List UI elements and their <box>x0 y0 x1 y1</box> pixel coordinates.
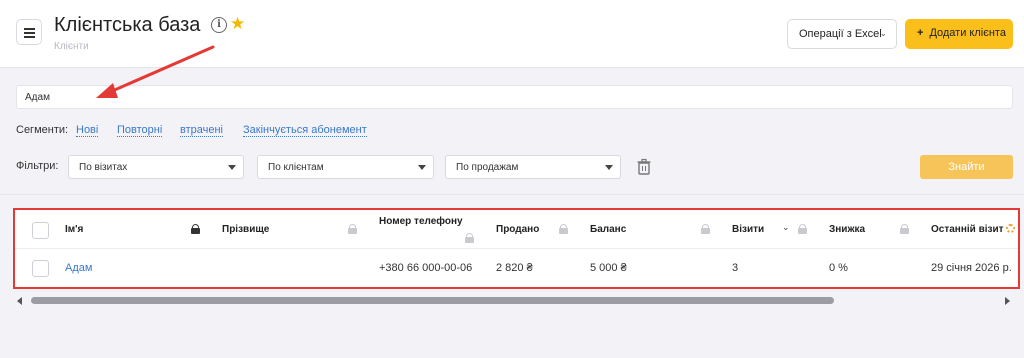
client-balance: 5 000 ₴ <box>590 262 627 274</box>
column-last-visit[interactable]: Останній візит <box>931 224 1004 235</box>
divider <box>0 194 1024 195</box>
filter-clients-value: По клієнтам <box>268 162 324 173</box>
horizontal-scrollbar[interactable] <box>17 296 1010 306</box>
client-name-link[interactable]: Адам <box>65 262 92 274</box>
client-visits: 3 <box>732 262 739 274</box>
filter-visits-select[interactable]: По візитах <box>68 155 244 179</box>
scrollbar-thumb[interactable] <box>31 297 834 304</box>
sort-chevron-icon[interactable]: ⌄ <box>782 222 790 233</box>
excel-operations-button[interactable]: Операції з Excel ⌄ <box>787 19 897 49</box>
segment-new[interactable]: Нові <box>76 124 99 137</box>
plus-icon: + <box>917 27 924 39</box>
scroll-left-icon[interactable] <box>17 297 22 305</box>
chevron-down-icon: ⌄ <box>879 28 887 38</box>
search-input[interactable] <box>16 85 1013 109</box>
gear-icon[interactable] <box>1006 224 1015 233</box>
column-name[interactable]: Ім'я <box>65 224 83 235</box>
column-visits[interactable]: Візити <box>732 224 764 235</box>
select-all-checkbox[interactable] <box>32 222 49 239</box>
column-surname[interactable]: Прізвище <box>222 224 269 235</box>
lock-icon[interactable] <box>348 224 357 234</box>
page-title: Клієнтська база <box>54 14 201 36</box>
menu-icon[interactable] <box>16 19 42 45</box>
add-client-label: Додати клієнта <box>929 27 1006 39</box>
add-client-button[interactable]: + Додати клієнта <box>905 19 1013 49</box>
row-checkbox[interactable] <box>32 260 49 277</box>
clients-table: Ім'я Прізвище Номер телефону Продано Бал… <box>14 209 1019 287</box>
lock-icon[interactable] <box>559 224 568 234</box>
lock-icon[interactable] <box>191 224 200 234</box>
caret-down-icon <box>228 165 236 170</box>
filter-clients-select[interactable]: По клієнтам <box>257 155 434 179</box>
client-last-visit: 29 січня 2026 р. <box>931 262 1012 274</box>
trash-icon[interactable] <box>636 158 652 176</box>
lock-icon[interactable] <box>900 224 909 234</box>
lock-icon[interactable] <box>465 233 474 243</box>
table-header: Ім'я Прізвище Номер телефону Продано Бал… <box>14 209 1019 249</box>
lock-icon[interactable] <box>798 224 807 234</box>
segments-label: Сегменти: <box>16 124 69 136</box>
segment-membership-expiring[interactable]: Закінчується абонемент <box>243 124 367 137</box>
find-button[interactable]: Знайти <box>920 155 1013 179</box>
scroll-right-icon[interactable] <box>1005 297 1010 305</box>
page-header: Клієнтська база i ★ Клієнти Операції з E… <box>0 0 1024 68</box>
column-sold[interactable]: Продано <box>496 224 539 235</box>
column-discount[interactable]: Знижка <box>829 224 865 235</box>
filter-sales-select[interactable]: По продажам <box>445 155 621 179</box>
filter-sales-value: По продажам <box>456 162 519 173</box>
column-balance[interactable]: Баланс <box>590 224 626 235</box>
client-discount: 0 % <box>829 262 848 274</box>
caret-down-icon <box>605 165 613 170</box>
segment-lost[interactable]: втрачені <box>180 124 224 137</box>
client-sold: 2 820 ₴ <box>496 262 533 274</box>
table-row[interactable]: Адам +380 66 000-00-06 2 820 ₴ 5 000 ₴ 3… <box>14 250 1019 287</box>
star-icon[interactable]: ★ <box>230 14 245 34</box>
filter-visits-value: По візитах <box>79 162 128 173</box>
lock-icon[interactable] <box>701 224 710 234</box>
excel-operations-label: Операції з Excel <box>799 28 882 40</box>
caret-down-icon <box>418 165 426 170</box>
segment-repeat[interactable]: Повторні <box>117 124 163 137</box>
info-icon[interactable]: i <box>211 17 227 33</box>
filters-label: Фільтри: <box>16 160 59 172</box>
column-phone[interactable]: Номер телефону <box>379 216 463 227</box>
breadcrumb[interactable]: Клієнти <box>54 41 89 52</box>
client-phone: +380 66 000-00-06 <box>379 262 473 274</box>
